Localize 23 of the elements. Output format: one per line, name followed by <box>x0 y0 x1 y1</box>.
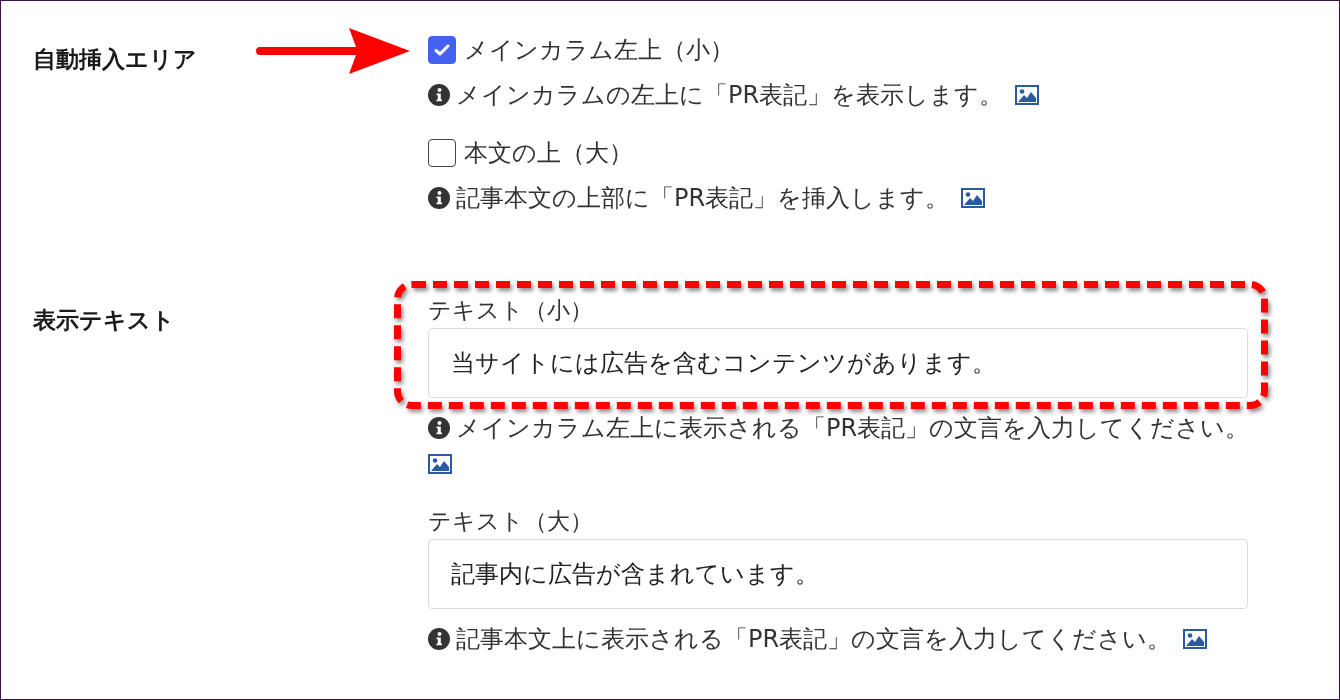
image-icon[interactable] <box>428 454 452 474</box>
text-input[interactable]: 記事内に広告が含まれています。 <box>428 539 1248 609</box>
option-label[interactable]: 本文の上（大） <box>464 135 633 171</box>
info-icon <box>428 417 450 439</box>
help-text: 記事本文上に表示される「PR表記」の文言を入力してください。 <box>456 624 1172 655</box>
checkbox[interactable] <box>428 36 456 64</box>
field-label: テキスト（小） <box>428 296 594 325</box>
info-icon <box>428 187 450 209</box>
section-label: 表示テキスト <box>33 306 175 335</box>
help-text: メインカラムの左上に「PR表記」を表示します。 <box>456 80 1004 111</box>
info-icon <box>428 628 450 650</box>
field-label: テキスト（大） <box>428 507 594 536</box>
image-icon[interactable] <box>1015 85 1040 105</box>
info-icon <box>428 84 450 106</box>
help-text: 記事本文の上部に「PR表記」を挿入します。 <box>456 183 950 214</box>
image-icon[interactable] <box>1183 629 1208 649</box>
section-label: 自動挿入エリア <box>33 45 197 74</box>
checkmark-icon <box>434 44 450 56</box>
text-input[interactable]: 当サイトには広告を含むコンテンツがあります。 <box>428 328 1248 398</box>
help-text: メインカラム左上に表示される「PR表記」の文言を入力してください。 <box>456 413 1250 444</box>
checkbox[interactable] <box>428 139 456 167</box>
option-label[interactable]: メインカラム左上（小） <box>464 32 734 68</box>
image-icon[interactable] <box>961 188 986 208</box>
